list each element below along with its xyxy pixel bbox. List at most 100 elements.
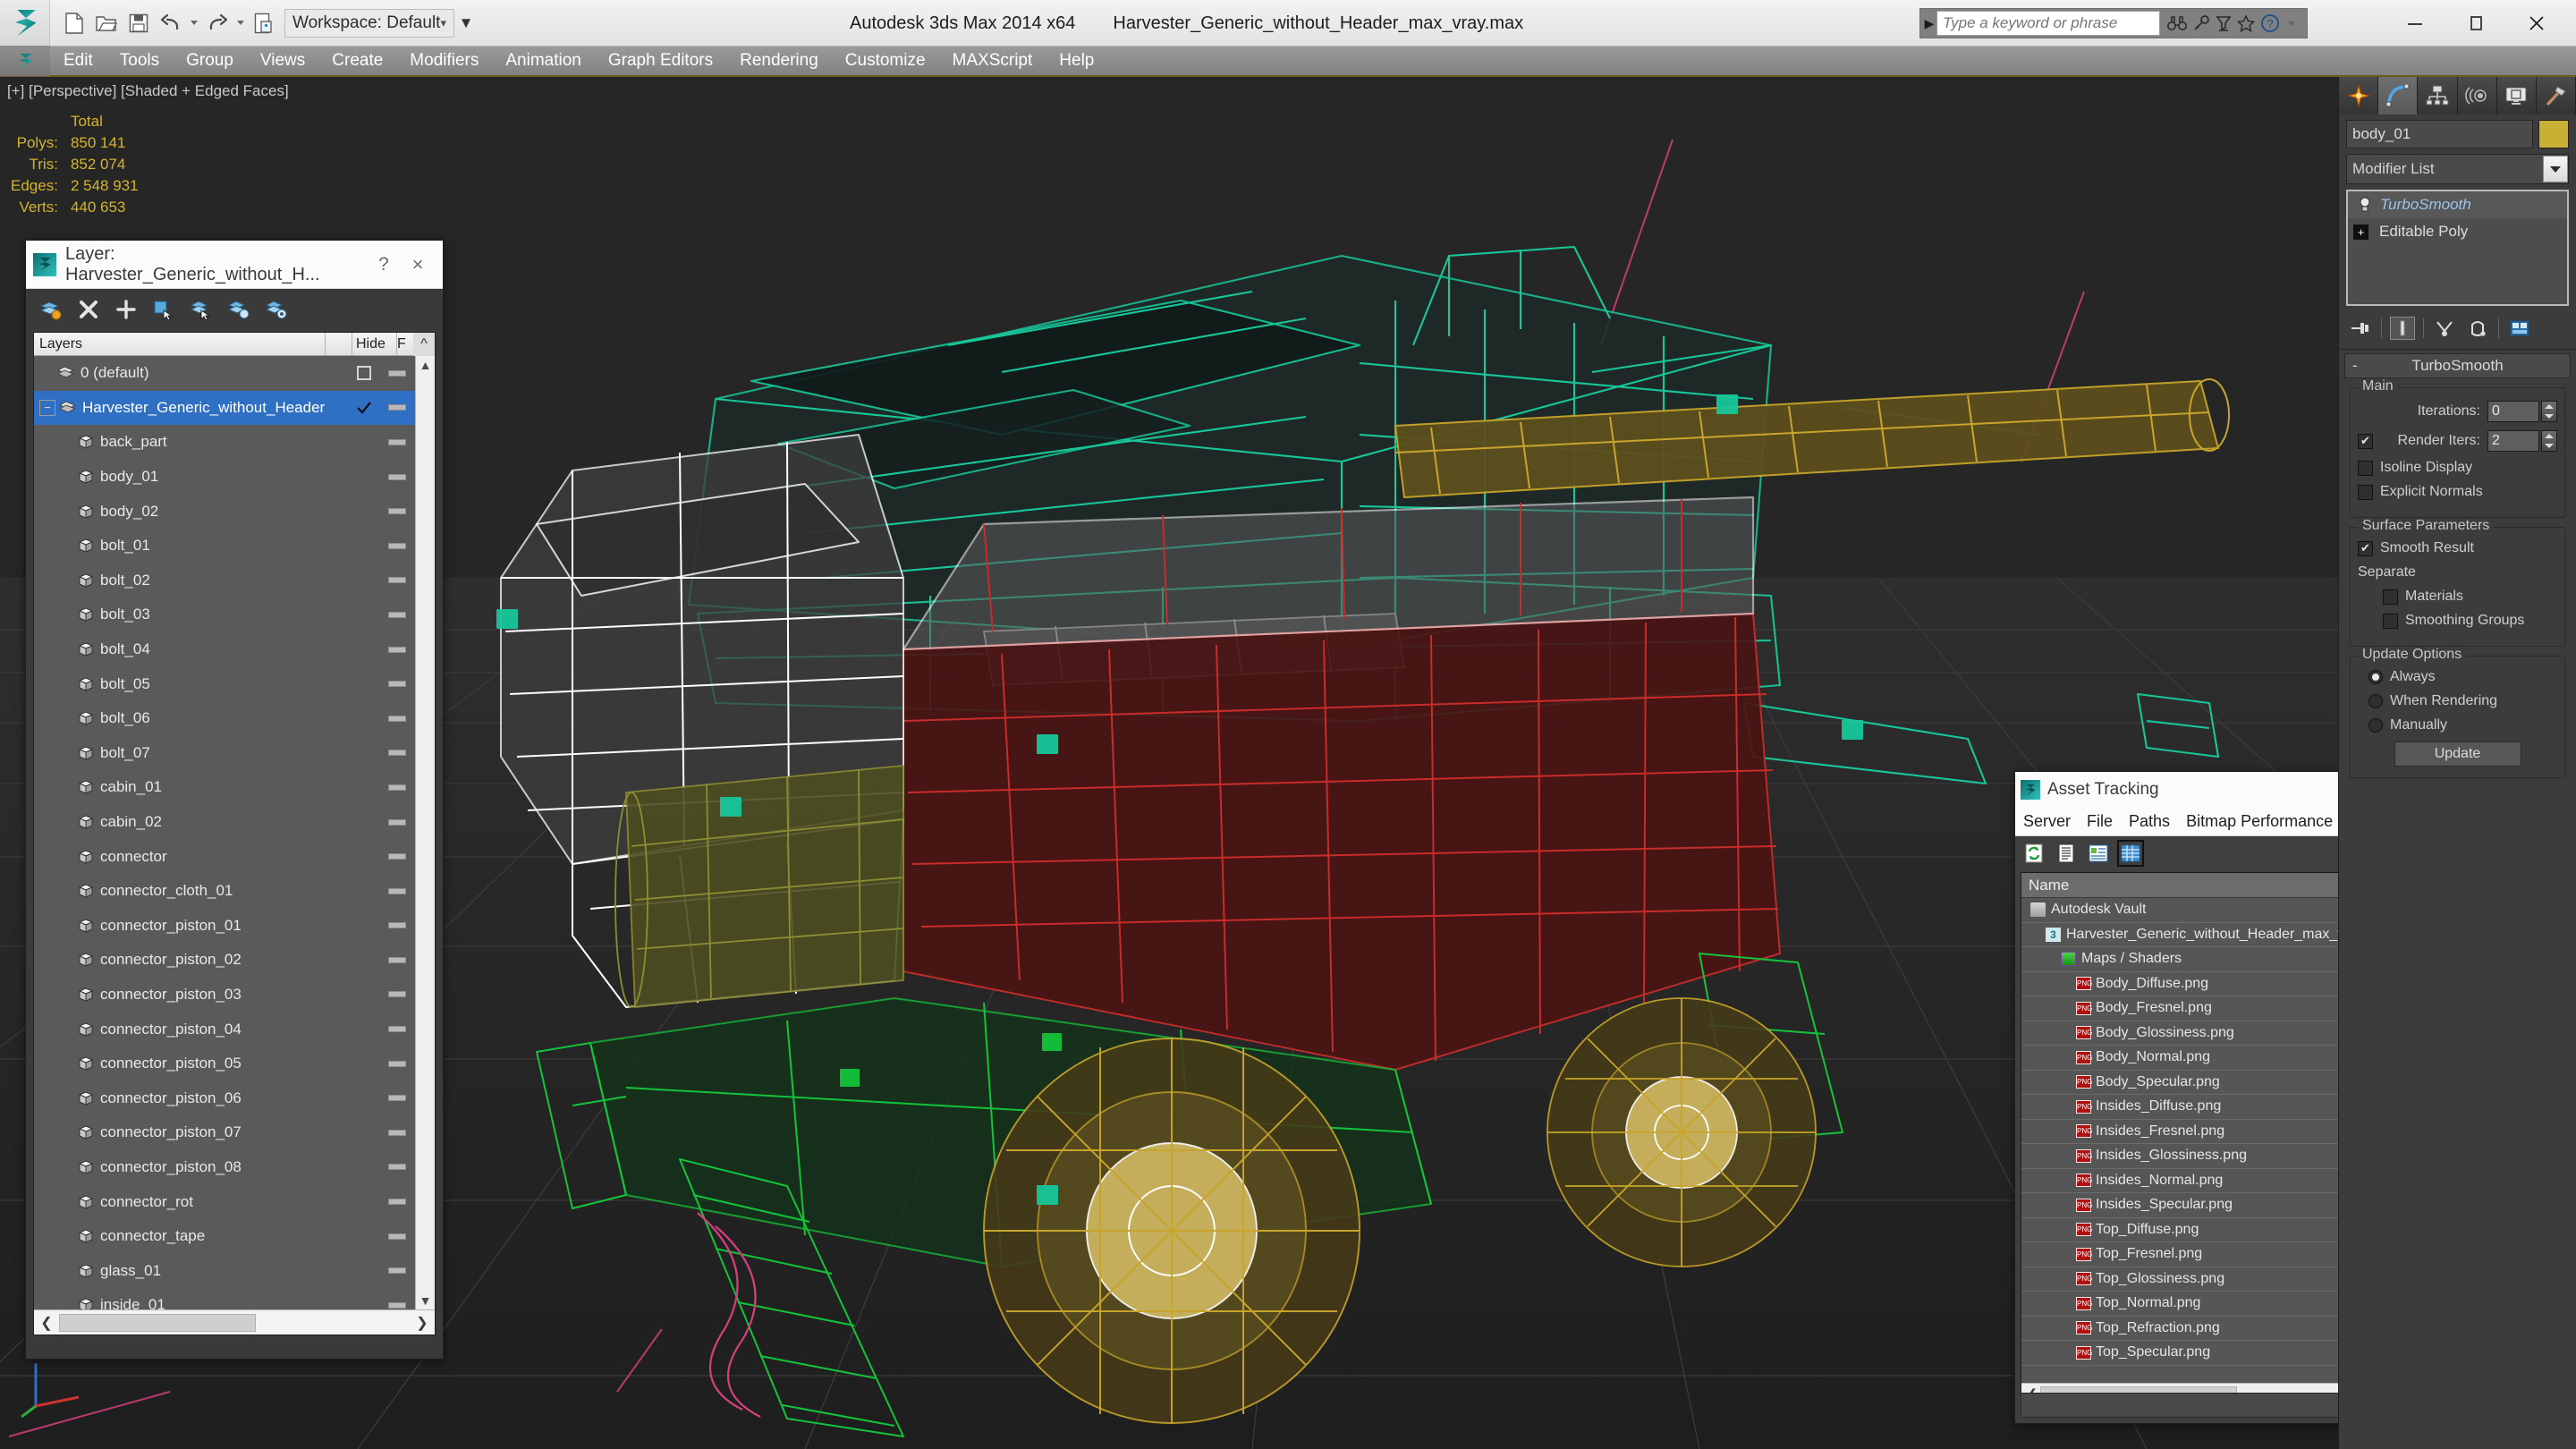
isoline-display-checkbox[interactable] — [2358, 460, 2373, 476]
smoothing-groups-checkbox[interactable] — [2383, 613, 2398, 629]
redo-icon[interactable] — [202, 8, 233, 38]
layer-row[interactable]: connector_piston_06 — [34, 1080, 415, 1115]
grid-view-icon[interactable] — [2117, 840, 2144, 867]
select-highlighted-layers-icon[interactable] — [189, 297, 214, 322]
layer-hide-cell[interactable] — [379, 1129, 415, 1136]
menu-item-graph-editors[interactable]: Graph Editors — [595, 46, 726, 76]
explicit-normals-checkbox[interactable] — [2358, 484, 2373, 500]
details-view-icon[interactable] — [2087, 842, 2110, 865]
layer-hide-cell[interactable] — [379, 750, 415, 757]
plus-expander-icon[interactable]: + — [2353, 224, 2368, 240]
update-button[interactable]: Update — [2394, 741, 2521, 767]
menu-app-logo-icon[interactable] — [0, 46, 50, 76]
layer-row[interactable]: connector_cloth_01 — [34, 874, 415, 909]
render-iters-spinner[interactable] — [2541, 430, 2557, 452]
help-icon[interactable]: ? — [2260, 13, 2280, 33]
asset-menu-file[interactable]: File — [2079, 812, 2121, 831]
layer-hide-cell[interactable] — [379, 784, 415, 791]
layer-hide-cell[interactable] — [379, 1026, 415, 1033]
project-folder-icon[interactable] — [249, 8, 279, 38]
tab-utilities[interactable] — [2536, 77, 2576, 114]
layer-hide-cell[interactable] — [379, 577, 415, 584]
layer-list-vertical-scrollbar[interactable]: ▲ ▼ — [415, 356, 435, 1309]
asset-menu-server[interactable]: Server — [2015, 812, 2079, 831]
layer-hide-cell[interactable] — [379, 611, 415, 618]
tab-modify[interactable] — [2378, 77, 2419, 114]
layer-hide-cell[interactable] — [379, 715, 415, 722]
layer-row[interactable]: bolt_07 — [34, 736, 415, 771]
layer-hide-cell[interactable] — [379, 1233, 415, 1240]
chevron-down-icon[interactable] — [2543, 156, 2568, 182]
menu-item-customize[interactable]: Customize — [832, 46, 939, 76]
undo-icon[interactable] — [156, 8, 186, 38]
layer-row[interactable]: cabin_01 — [34, 770, 415, 805]
list-view-icon[interactable] — [2055, 842, 2078, 865]
refresh-icon[interactable] — [2022, 842, 2046, 865]
layer-row[interactable]: connector_rot — [34, 1184, 415, 1219]
tab-hierarchy[interactable] — [2418, 77, 2458, 114]
key-icon[interactable] — [2192, 15, 2210, 31]
layer-hide-cell[interactable] — [379, 438, 415, 445]
layer-hide-cell[interactable] — [379, 1164, 415, 1171]
layer-list-sort-button[interactable]: ^ — [413, 333, 435, 356]
layer-hide-cell[interactable] — [379, 681, 415, 688]
undo-dropdown-caret-icon[interactable] — [188, 10, 200, 37]
layer-row[interactable]: bolt_03 — [34, 597, 415, 632]
layer-row[interactable]: 0 (default) — [34, 356, 415, 391]
toolbar-overflow-icon[interactable]: ▼ — [454, 9, 478, 38]
layer-current-cell[interactable] — [349, 365, 379, 381]
layer-row[interactable]: body_01 — [34, 460, 415, 495]
layer-row[interactable]: connector_piston_04 — [34, 1012, 415, 1046]
scroll-up-icon[interactable]: ▲ — [419, 356, 432, 374]
layer-hide-cell[interactable] — [379, 404, 415, 411]
layer-hide-cell[interactable] — [379, 887, 415, 894]
menu-item-maxscript[interactable]: MAXScript — [939, 46, 1046, 76]
help-dropdown-caret-icon[interactable] — [2285, 10, 2298, 37]
layer-list[interactable]: Layers Hide F ^ 0 (default) − Harvester_Ge… — [33, 332, 436, 1335]
layer-row[interactable]: inside_01 — [34, 1288, 415, 1309]
star-icon[interactable] — [2237, 14, 2255, 32]
layer-hide-cell[interactable] — [379, 991, 415, 998]
layer-row[interactable]: body_02 — [34, 494, 415, 529]
layer-row[interactable]: bolt_06 — [34, 701, 415, 736]
layer-hide-cell[interactable] — [379, 853, 415, 860]
layer-row[interactable]: cabin_02 — [34, 805, 415, 840]
menu-item-create[interactable]: Create — [318, 46, 396, 76]
delete-layer-icon[interactable] — [76, 297, 101, 322]
render-iters-input[interactable]: 2 — [2487, 430, 2539, 452]
manually-radio[interactable] — [2368, 718, 2383, 733]
add-layer-icon[interactable] — [114, 297, 139, 322]
always-radio[interactable] — [2368, 670, 2383, 684]
layer-hide-cell[interactable] — [379, 1060, 415, 1067]
layer-hide-cell[interactable] — [379, 1095, 415, 1102]
layer-row[interactable]: back_part — [34, 425, 415, 460]
object-name-field[interactable]: body_01 — [2346, 120, 2533, 148]
layer-dialog-help-button[interactable]: ? — [368, 254, 400, 275]
search-input[interactable] — [1936, 11, 2160, 36]
scroll-down-icon[interactable]: ▼ — [419, 1292, 432, 1309]
menu-item-edit[interactable]: Edit — [50, 46, 106, 76]
binoculars-icon[interactable] — [2167, 15, 2187, 31]
layer-hide-cell[interactable] — [379, 1267, 415, 1275]
save-file-icon[interactable] — [123, 8, 154, 38]
layer-hide-cell[interactable] — [379, 1199, 415, 1206]
redo-dropdown-caret-icon[interactable] — [234, 10, 247, 37]
menu-item-views[interactable]: Views — [247, 46, 318, 76]
layer-row[interactable]: bolt_04 — [34, 632, 415, 667]
render-iters-checkbox[interactable]: ✔ — [2358, 433, 2373, 449]
rollout-collapse-icon[interactable]: - — [2352, 357, 2358, 375]
menu-item-animation[interactable]: Animation — [492, 46, 595, 76]
app-logo-button[interactable] — [0, 0, 50, 47]
layer-row[interactable]: connector_piston_05 — [34, 1046, 415, 1081]
layer-hide-cell[interactable] — [379, 922, 415, 929]
select-objects-in-layer-icon[interactable] — [151, 297, 176, 322]
layer-dialog-titlebar[interactable]: Layer: Harvester_Generic_without_H... ? … — [26, 241, 443, 289]
layer-hide-cell[interactable] — [379, 542, 415, 549]
iterations-input[interactable]: 0 — [2487, 401, 2539, 422]
layer-dialog-close-button[interactable]: × — [400, 253, 436, 276]
layer-list-horizontal-scrollbar[interactable]: ❮ ❯ — [34, 1309, 435, 1335]
layer-properties-icon[interactable] — [264, 297, 289, 322]
layer-row[interactable]: glass_01 — [34, 1253, 415, 1288]
open-file-icon[interactable] — [91, 8, 122, 38]
layer-hide-cell[interactable] — [379, 369, 415, 377]
